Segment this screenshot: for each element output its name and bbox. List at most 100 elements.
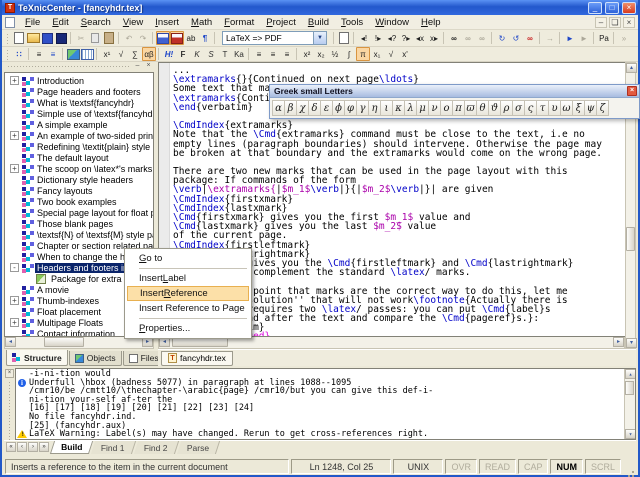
itemize-icon[interactable]: ≡: [46, 47, 60, 61]
align-left-icon[interactable]: ≡: [252, 47, 266, 61]
scroll-right-icon[interactable]: ▸: [613, 337, 624, 347]
display-math-icon[interactable]: ∑: [128, 47, 142, 61]
output-tab[interactable]: Parse: [176, 441, 219, 454]
previous-tab-icon[interactable]: ‹: [17, 442, 27, 452]
word-wrap-icon[interactable]: ¶: [198, 31, 212, 45]
cut-icon[interactable]: ✂: [74, 31, 88, 45]
menu-item[interactable]: Format: [218, 16, 260, 29]
resize-grip[interactable]: [623, 459, 635, 474]
build-output[interactable]: -i-ni-tion would Underfull \hbox (badnes…: [15, 368, 636, 440]
main-document-icon[interactable]: [156, 31, 170, 45]
document-tab-fancyhdr[interactable]: fancyhdr.tex: [161, 351, 233, 366]
context-menu-item[interactable]: Insert Reference to Page: [127, 301, 249, 316]
greek-palette-icon[interactable]: π: [356, 47, 370, 61]
subscript-icon[interactable]: x₂: [314, 47, 328, 61]
tree-item[interactable]: + Introduction: [5, 75, 153, 86]
tree-item[interactable]: Dictionary style headers: [5, 174, 153, 185]
scrollbar-thumb[interactable]: [44, 337, 84, 347]
palette-close-icon[interactable]: ×: [627, 86, 637, 96]
output-tab[interactable]: Find 1: [91, 441, 136, 454]
scroll-left-icon[interactable]: ◂: [5, 337, 16, 347]
tree-item[interactable]: A simple example: [5, 119, 153, 130]
maximize-button[interactable]: □: [605, 2, 619, 14]
scroll-down-icon[interactable]: ▾: [625, 429, 636, 439]
small-caps-icon[interactable]: Ka: [232, 47, 246, 61]
tree-item[interactable]: + The scoop on \latex*'s marks: [5, 163, 153, 174]
toolbar-gripper[interactable]: [6, 33, 10, 44]
greek-letter-button[interactable]: ζ: [596, 100, 609, 116]
insert-pointer-icon[interactable]: ►: [563, 31, 577, 45]
insert-table-icon[interactable]: [80, 47, 94, 61]
align-center-icon[interactable]: ≡: [266, 47, 280, 61]
close-button[interactable]: ×: [622, 2, 636, 14]
index-icon[interactable]: x₁: [370, 47, 384, 61]
next-warning-icon[interactable]: ?▸: [399, 31, 413, 45]
integral-icon[interactable]: ∫: [342, 47, 356, 61]
tree-item[interactable]: \textsf{N} of \textsf{M} style page numb…: [5, 229, 153, 240]
menu-item[interactable]: Help: [415, 16, 447, 29]
tree-expander-icon[interactable]: +: [10, 296, 19, 305]
document-system-icon[interactable]: [5, 17, 15, 28]
chevron-down-icon[interactable]: ▼: [313, 32, 326, 44]
output-tab[interactable]: Build: [50, 441, 93, 454]
last-tab-icon[interactable]: »: [39, 442, 49, 452]
menu-item[interactable]: File: [19, 16, 46, 29]
slanted-icon[interactable]: S: [204, 47, 218, 61]
tree-item[interactable]: Two book examples: [5, 196, 153, 207]
tab-objects[interactable]: Objects: [69, 351, 122, 366]
align-right-icon[interactable]: ≡: [280, 47, 294, 61]
pointer-gray-icon[interactable]: ►: [577, 31, 591, 45]
menu-item[interactable]: Tools: [335, 16, 369, 29]
next-bookmark-icon[interactable]: »: [617, 31, 631, 45]
open-file-icon[interactable]: [26, 31, 40, 45]
accent-icon[interactable]: x': [398, 47, 412, 61]
tree-item[interactable]: Redefining \textit{plain} style: [5, 141, 153, 152]
tab-structure[interactable]: Structure: [6, 350, 68, 366]
parse-document-icon[interactable]: Pa: [597, 31, 611, 45]
fraction-icon[interactable]: ½: [328, 47, 342, 61]
tree-item[interactable]: Those blank pages: [5, 218, 153, 229]
copy-icon[interactable]: [88, 31, 102, 45]
find-previous-icon[interactable]: ∞: [461, 31, 475, 45]
first-tab-icon[interactable]: «: [6, 442, 16, 452]
project-view-icon[interactable]: [170, 31, 184, 45]
panel-minimize-icon[interactable]: –: [133, 63, 142, 71]
undo-icon[interactable]: ↶: [122, 31, 136, 45]
find-in-files-icon[interactable]: ∞: [523, 31, 537, 45]
incremental-search-back-icon[interactable]: ↺: [509, 31, 523, 45]
tree-item[interactable]: Fancy layouts: [5, 185, 153, 196]
context-menu-item[interactable]: [139, 268, 247, 269]
next-error-icon[interactable]: !▸: [371, 31, 385, 45]
next-badbox-icon[interactable]: x▸: [427, 31, 441, 45]
output-close-icon[interactable]: ×: [5, 369, 14, 378]
mdi-restore-button[interactable]: ❏: [609, 17, 621, 28]
tree-expander-icon[interactable]: +: [10, 318, 19, 327]
menu-item[interactable]: Project: [260, 16, 302, 29]
scrollbar-thumb[interactable]: [626, 227, 635, 251]
minimize-button[interactable]: _: [588, 2, 602, 14]
tree-item[interactable]: The default layout: [5, 152, 153, 163]
palette-title-bar[interactable]: Greek small Letters ×: [270, 85, 639, 98]
paste-icon[interactable]: [102, 31, 116, 45]
sqrt-icon[interactable]: √: [384, 47, 398, 61]
previous-error-icon[interactable]: ◂!: [357, 31, 371, 45]
new-document-icon[interactable]: [12, 31, 26, 45]
menu-item[interactable]: Search: [75, 16, 117, 29]
tree-item[interactable]: Special page layout for float pages: [5, 207, 153, 218]
preview-icon[interactable]: [337, 31, 351, 45]
menu-item[interactable]: Window: [369, 16, 415, 29]
save-icon[interactable]: [40, 31, 54, 45]
scroll-up-icon[interactable]: ▴: [625, 369, 636, 379]
menu-item[interactable]: Build: [302, 16, 335, 29]
context-menu-item[interactable]: Insert Label: [127, 271, 249, 286]
typewriter-icon[interactable]: T: [218, 47, 232, 61]
menu-item[interactable]: Math: [185, 16, 218, 29]
output-tab[interactable]: Find 2: [134, 441, 179, 454]
tree-item[interactable]: Page headers and footers: [5, 86, 153, 97]
panel-gripper[interactable]: [7, 65, 131, 69]
save-all-icon[interactable]: [54, 31, 68, 45]
context-menu-item[interactable]: Properties...: [127, 321, 249, 336]
spell-check-icon[interactable]: ab: [184, 31, 198, 45]
tree-expander-icon[interactable]: +: [10, 76, 19, 85]
previous-badbox-icon[interactable]: ◂x: [413, 31, 427, 45]
